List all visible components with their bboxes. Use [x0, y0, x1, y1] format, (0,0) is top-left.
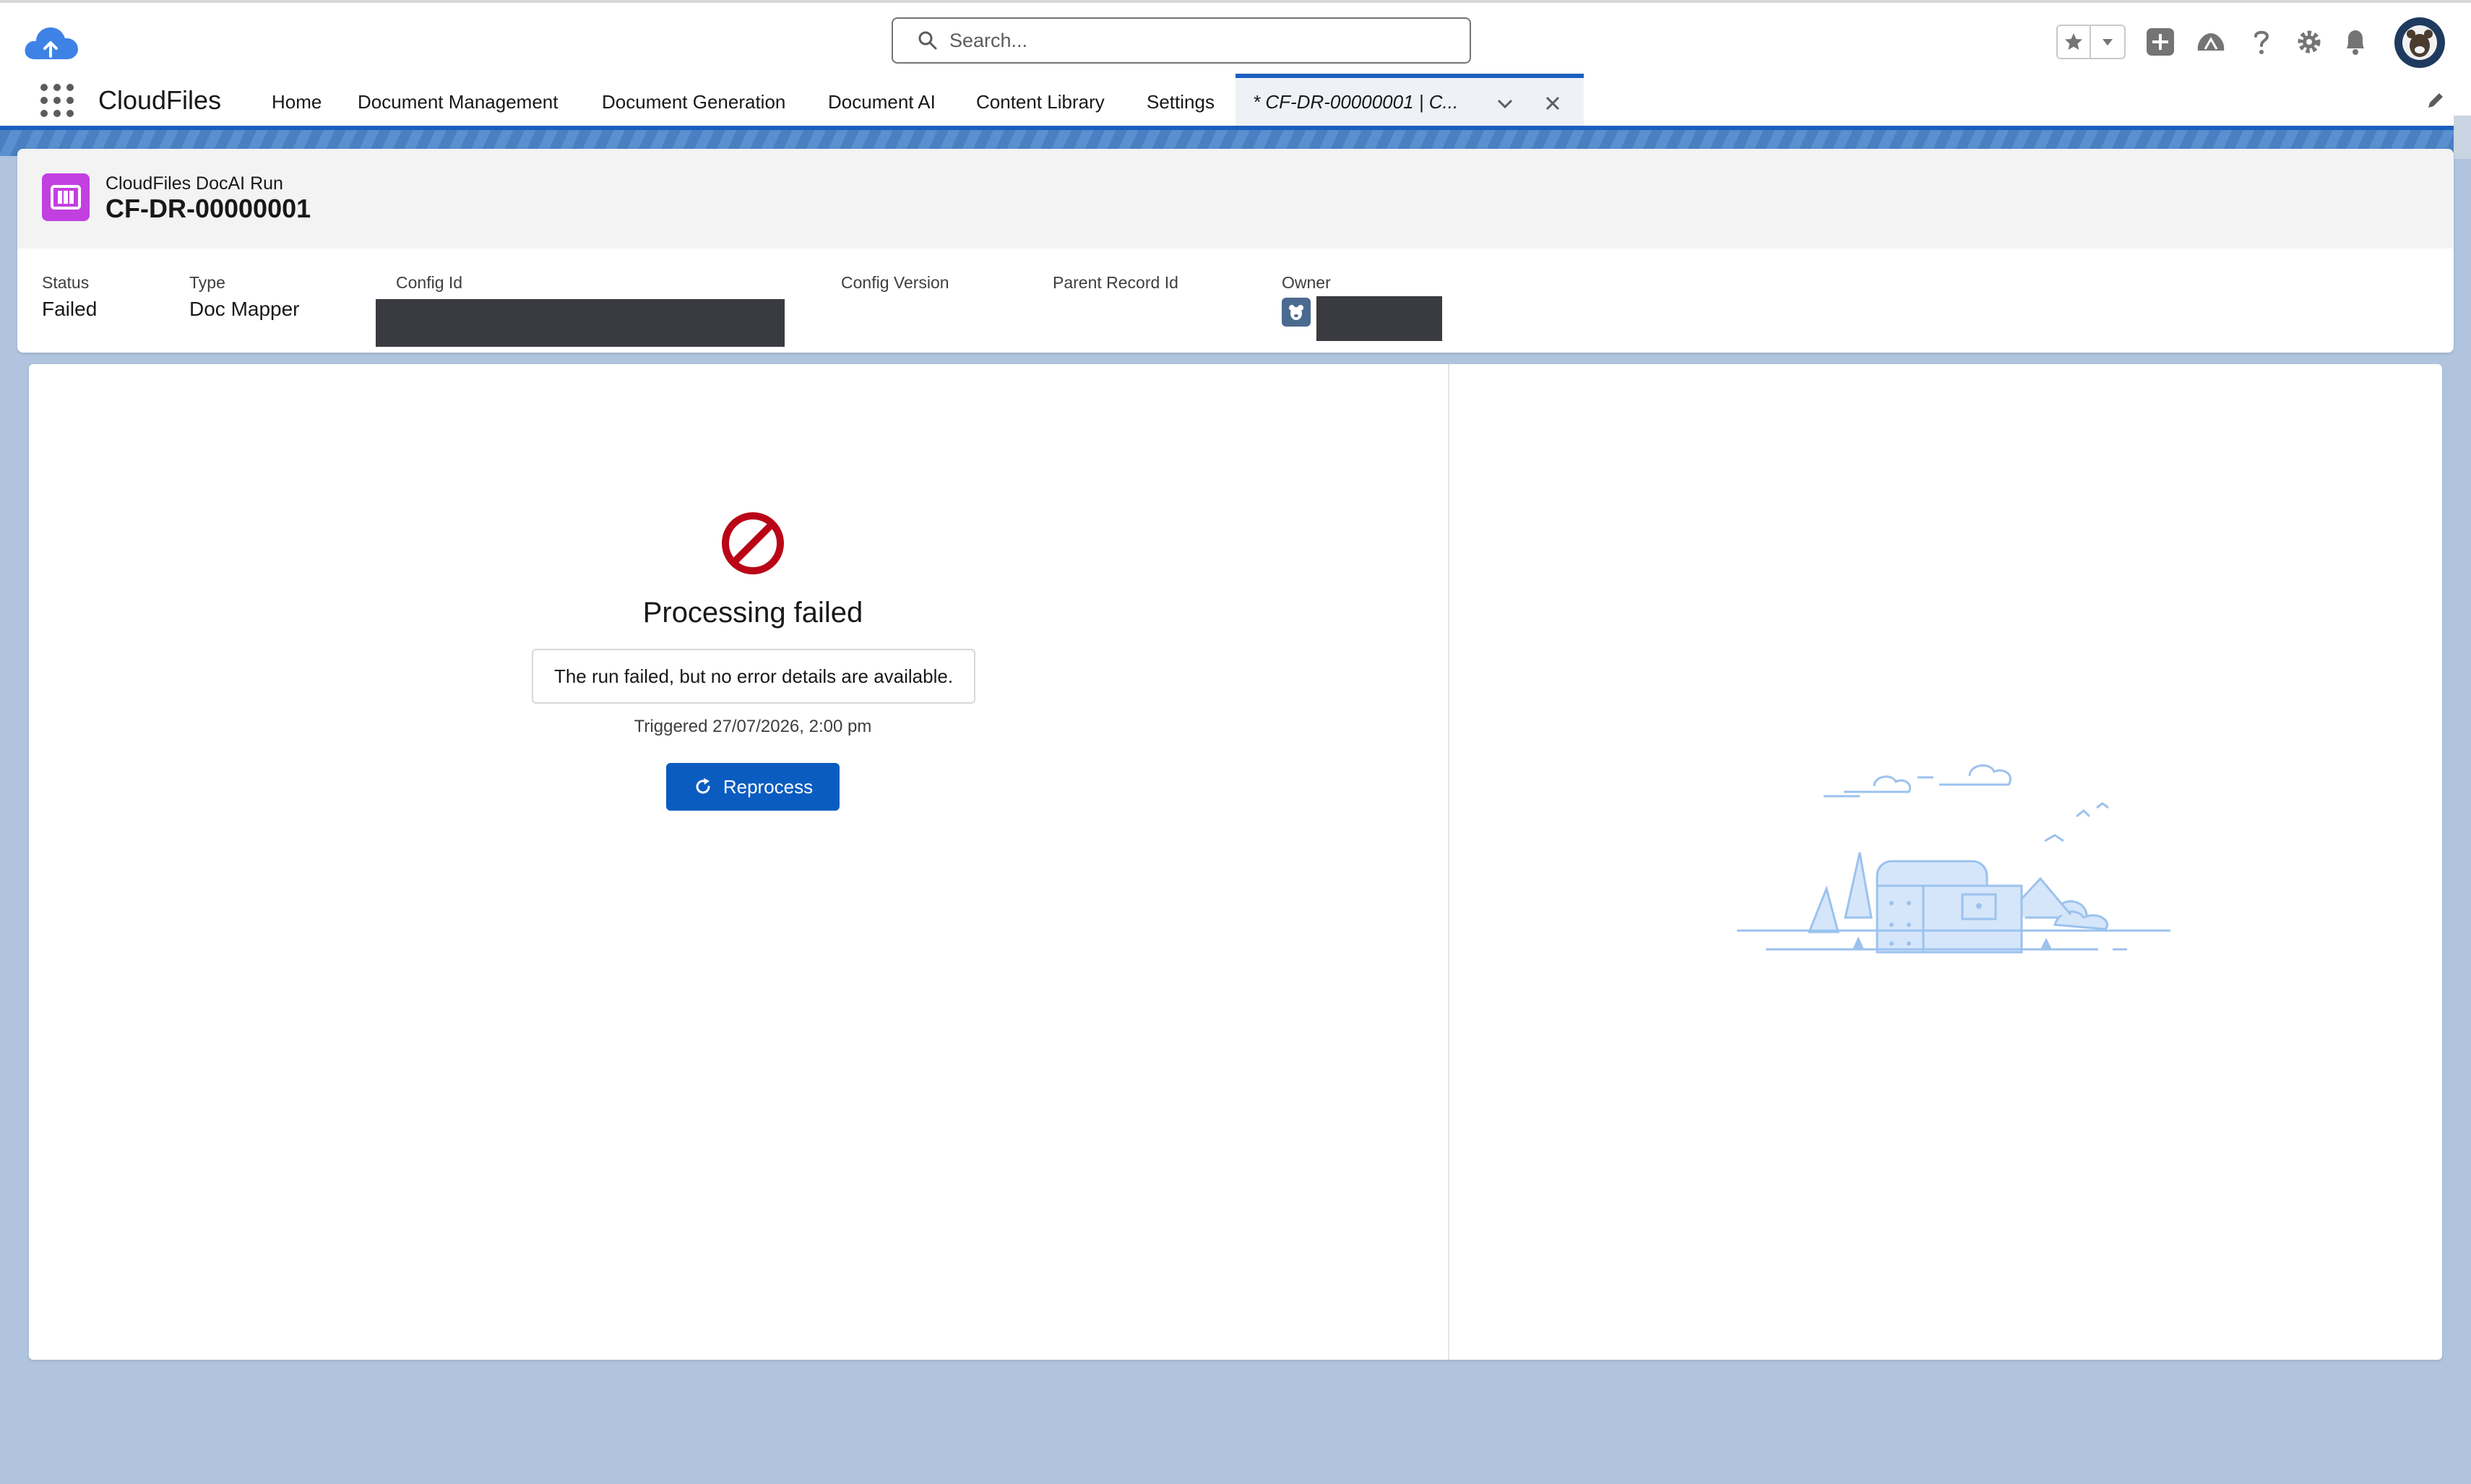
record-name: CF-DR-00000001: [105, 194, 311, 223]
help-icon[interactable]: [2243, 23, 2280, 61]
favorites-menu-button[interactable]: [2091, 26, 2124, 58]
nav-item-document-ai[interactable]: Document AI: [828, 91, 936, 113]
processing-failed-title: Processing failed: [642, 597, 863, 629]
field-label-config-id: Config Id: [396, 273, 463, 292]
search-input[interactable]: [949, 29, 1441, 52]
favorites-star-button[interactable]: [2058, 26, 2091, 58]
edit-nav-pencil-icon[interactable]: [2425, 90, 2446, 111]
record-object-type: CloudFiles DocAI Run: [105, 173, 283, 194]
panel-divider: [1448, 364, 1449, 1360]
field-value-status: Failed: [42, 298, 98, 320]
refresh-icon: [696, 778, 710, 794]
cloud-upload-logo[interactable]: [22, 20, 81, 65]
reprocess-button[interactable]: Reprocess: [666, 763, 840, 811]
avatar[interactable]: [2394, 17, 2445, 68]
trailhead-icon[interactable]: [2192, 23, 2230, 61]
bear-avatar-icon: [2402, 25, 2437, 60]
star-icon: [2065, 33, 2082, 50]
field-value-type: Doc Mapper: [189, 298, 300, 320]
global-search[interactable]: [892, 17, 1471, 64]
tab-record-cf-dr-00000001[interactable]: * CF-DR-00000001 | C...: [1236, 74, 1584, 126]
chevron-down-icon: [2103, 39, 2113, 46]
app-name: CloudFiles: [98, 85, 222, 115]
field-label-status: Status: [42, 273, 90, 292]
field-label-owner: Owner: [1282, 273, 1331, 292]
nav-item-document-generation[interactable]: Document Generation: [602, 91, 785, 113]
setup-gear-icon[interactable]: [2290, 23, 2328, 61]
app-launcher-icon[interactable]: [40, 84, 74, 117]
notifications-bell-icon[interactable]: [2337, 23, 2374, 61]
error-message-box: The run failed, but no error details are…: [532, 649, 975, 704]
search-icon: [918, 31, 937, 50]
docai-run-record-icon: [42, 173, 90, 221]
field-value-owner-redacted[interactable]: [1316, 296, 1442, 341]
field-label-type: Type: [189, 273, 225, 292]
prohibited-error-icon: [722, 512, 784, 574]
reprocess-label: Reprocess: [723, 775, 814, 798]
favorites-group[interactable]: [2056, 25, 2126, 59]
close-icon[interactable]: [1542, 92, 1564, 114]
nav-item-home[interactable]: Home: [272, 91, 322, 113]
empty-state-illustration: [1737, 764, 2170, 954]
record-highlights-panel: CloudFiles DocAI Run CF-DR-00000001 Stat…: [17, 149, 2454, 353]
chevron-down-icon[interactable]: [1494, 92, 1516, 114]
field-label-config-version: Config Version: [841, 273, 949, 292]
record-title-area: CloudFiles DocAI Run CF-DR-00000001: [17, 149, 2454, 249]
field-label-parent-record-id: Parent Record Id: [1053, 273, 1178, 292]
nav-item-document-management[interactable]: Document Management: [358, 91, 558, 113]
add-icon[interactable]: [2142, 23, 2179, 61]
global-header: [0, 0, 2471, 72]
app-navigation-bar: CloudFiles Home Document Management Docu…: [0, 72, 2471, 130]
triggered-timestamp: Triggered 27/07/2026, 2:00 pm: [634, 717, 872, 736]
owner-avatar-icon: [1282, 298, 1311, 327]
nav-item-content-library[interactable]: Content Library: [976, 91, 1105, 113]
nav-item-settings[interactable]: Settings: [1147, 91, 1215, 113]
utility-scroll-handle[interactable]: [2454, 116, 2471, 159]
tab-label: * CF-DR-00000001 | C...: [1253, 90, 1459, 113]
field-value-config-id-redacted[interactable]: [376, 299, 785, 347]
